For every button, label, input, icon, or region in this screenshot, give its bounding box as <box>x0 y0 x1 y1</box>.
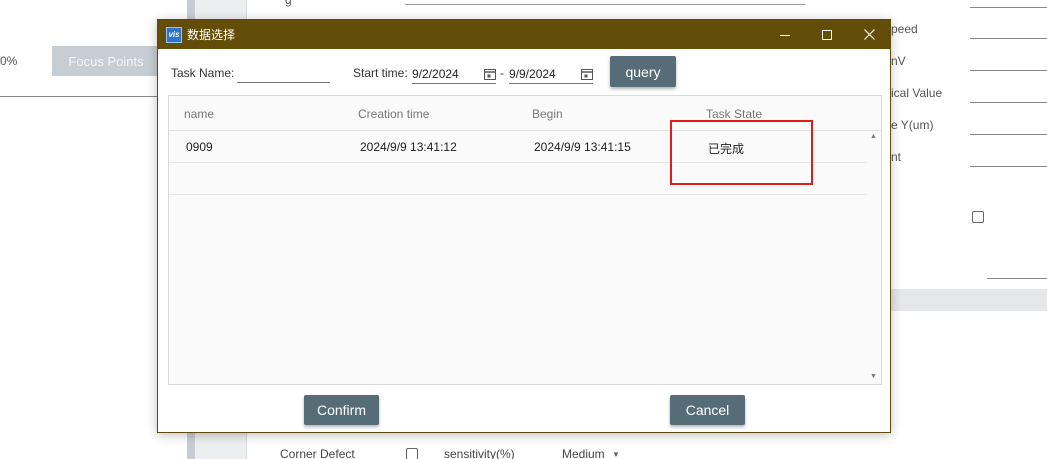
bg-right-field[interactable] <box>970 102 1047 103</box>
task-table: name Creation time Begin Task State 0909… <box>168 95 882 385</box>
window-controls <box>764 20 890 49</box>
cell-task-state: 已完成 <box>708 142 745 156</box>
task-name-input[interactable] <box>237 61 330 83</box>
end-date-picker[interactable]: 9/9/2024 <box>509 61 593 84</box>
cancel-button[interactable]: Cancel <box>670 395 745 425</box>
bg-percent-text: 0% <box>0 54 18 68</box>
calendar-icon[interactable] <box>484 68 496 80</box>
bg-corner-defect-row: Corner Defect sensitivity(%) Medium ▼ <box>280 447 620 459</box>
calendar-icon[interactable] <box>581 68 593 80</box>
bg-right-field[interactable] <box>970 166 1047 167</box>
chevron-down-icon[interactable]: ▼ <box>612 450 620 459</box>
bg-right-label-speed: peed <box>891 22 918 36</box>
column-header-creation-time[interactable]: Creation time <box>358 107 429 121</box>
cell-name: 0909 <box>186 140 213 154</box>
maximize-icon <box>822 29 832 40</box>
query-button[interactable]: query <box>610 56 676 87</box>
bg-divider <box>0 96 160 97</box>
close-icon <box>863 29 875 40</box>
scroll-up-icon[interactable]: ▲ <box>870 133 877 140</box>
table-scrollbar[interactable]: ▲ ▼ <box>867 131 881 384</box>
bg-right-field[interactable] <box>970 70 1047 71</box>
bg-right-band <box>890 289 1047 311</box>
bg-right-label-nt: nt <box>891 150 902 164</box>
minimize-icon <box>780 34 790 36</box>
bg-right-label-mv: nV <box>891 54 906 68</box>
start-date-picker[interactable]: 9/2/2024 <box>412 61 496 84</box>
start-date-value: 9/2/2024 <box>412 66 459 81</box>
bg-right-field[interactable] <box>970 7 1047 8</box>
cell-creation-time: 2024/9/9 13:41:12 <box>360 140 457 154</box>
minimize-button[interactable] <box>764 20 806 49</box>
start-time-label: Start time: <box>353 66 408 80</box>
focus-points-button[interactable]: Focus Points <box>52 46 160 76</box>
data-selection-dialog: vis 数据选择 Task Name: Start time: 9/2/2024 <box>157 19 891 433</box>
sensitivity-select[interactable]: Medium <box>562 447 612 459</box>
bg-right-checkbox[interactable] <box>972 211 984 223</box>
date-separator: - <box>500 66 504 80</box>
app-icon: vis <box>166 26 182 43</box>
column-header-name[interactable]: name <box>184 107 214 121</box>
bg-right-field[interactable] <box>970 38 1047 39</box>
table-row[interactable]: 0909 2024/9/9 13:41:12 2024/9/9 13:41:15… <box>169 131 867 163</box>
cell-begin: 2024/9/9 13:41:15 <box>534 140 631 154</box>
table-header: name Creation time Begin Task State <box>169 96 881 131</box>
table-row-empty[interactable] <box>169 163 867 195</box>
bg-right-field[interactable] <box>970 134 1047 135</box>
close-button[interactable] <box>848 20 890 49</box>
sensitivity-label: sensitivity(%) <box>444 447 515 459</box>
dialog-title: 数据选择 <box>187 28 236 42</box>
column-header-task-state[interactable]: Task State <box>706 107 762 121</box>
filter-bar: Task Name: Start time: 9/2/2024 - 9/9/20… <box>158 49 890 95</box>
column-header-begin[interactable]: Begin <box>532 107 563 121</box>
confirm-button[interactable]: Confirm <box>304 395 379 425</box>
dialog-titlebar[interactable]: vis 数据选择 <box>158 20 890 49</box>
bg-right-label-value: ical Value <box>891 86 943 100</box>
end-date-value: 9/9/2024 <box>509 66 556 81</box>
bg-right-label-y: e Y(um) <box>891 118 934 132</box>
bg-top-label: g <box>285 0 292 7</box>
bg-top-line <box>405 4 805 5</box>
task-name-label: Task Name: <box>171 66 235 80</box>
corner-defect-checkbox[interactable] <box>406 448 418 459</box>
maximize-button[interactable] <box>806 20 848 49</box>
scroll-down-icon[interactable]: ▼ <box>870 373 877 380</box>
bg-right-field[interactable] <box>987 278 1047 279</box>
corner-defect-label: Corner Defect <box>280 447 355 459</box>
